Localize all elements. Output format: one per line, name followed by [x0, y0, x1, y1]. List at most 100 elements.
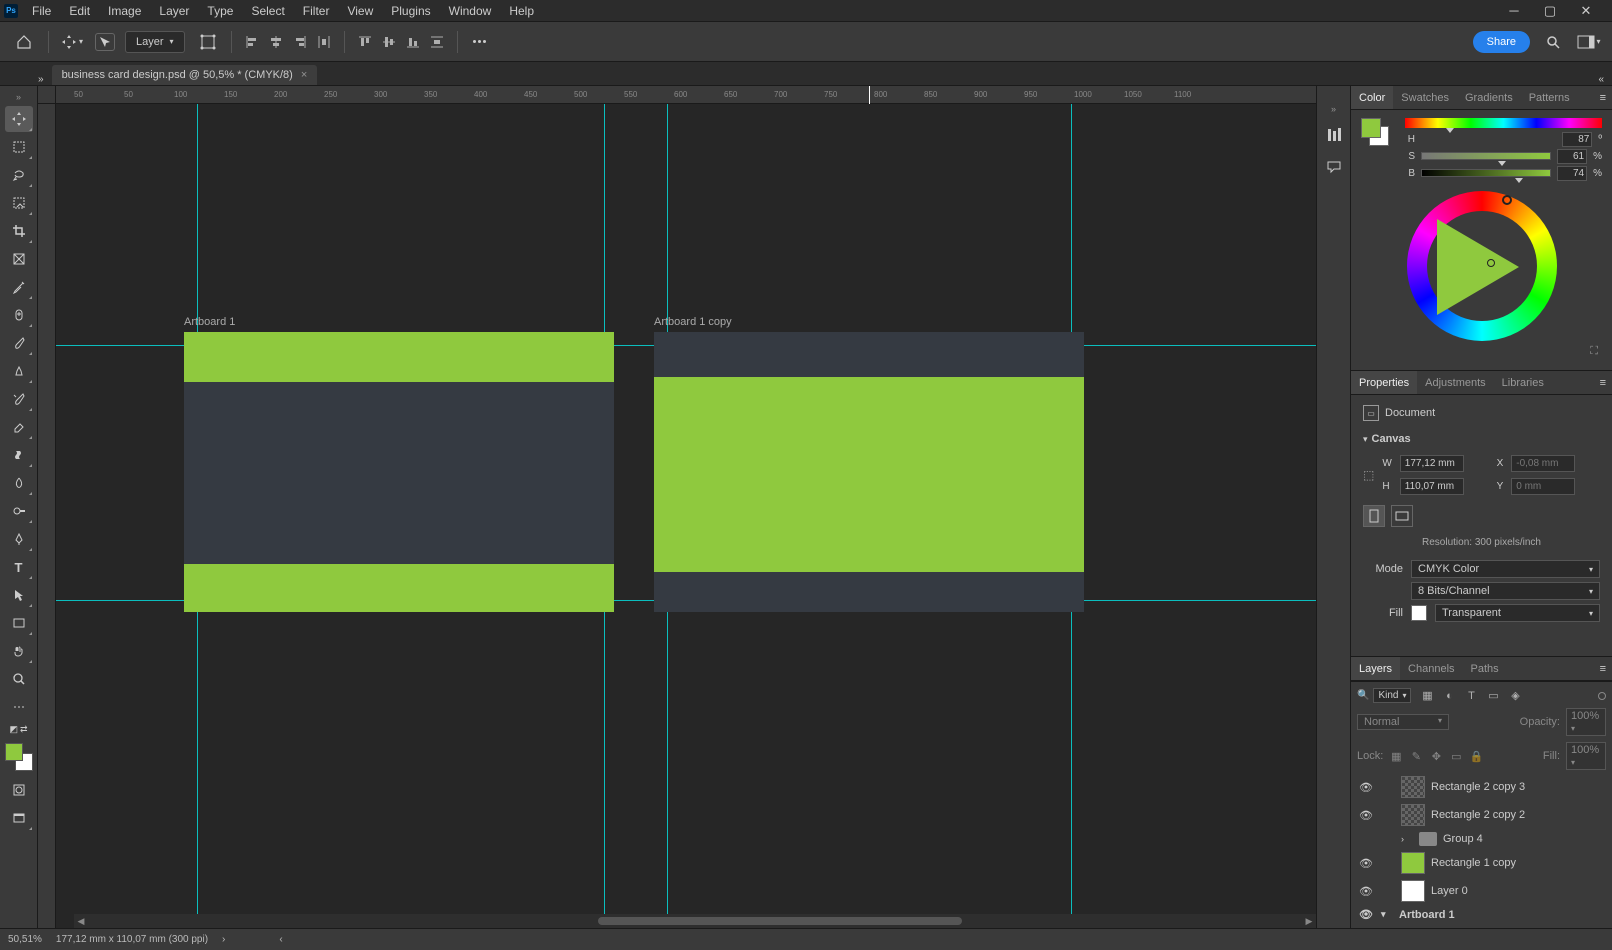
- fill-opacity-input[interactable]: 100% ▾: [1566, 742, 1606, 770]
- transform-controls-toggle[interactable]: [195, 29, 221, 55]
- layer-thumbnail[interactable]: [1401, 852, 1425, 874]
- status-prev-icon[interactable]: ‹: [279, 934, 282, 945]
- chevron-down-icon[interactable]: ▾: [1381, 909, 1393, 920]
- menu-edit[interactable]: Edit: [61, 2, 98, 20]
- close-tab-icon[interactable]: ×: [301, 69, 307, 81]
- lock-position-icon[interactable]: ✥: [1429, 749, 1443, 763]
- layer-name[interactable]: Layer 0: [1431, 885, 1606, 897]
- quick-mask-icon[interactable]: [5, 777, 33, 803]
- artboard-label[interactable]: Artboard 1 copy: [654, 316, 732, 328]
- color-swatches[interactable]: [1361, 118, 1389, 146]
- menu-select[interactable]: Select: [243, 2, 292, 20]
- lock-artboard-icon[interactable]: ▭: [1449, 749, 1463, 763]
- align-top-icon[interactable]: [355, 32, 375, 52]
- align-right-icon[interactable]: [290, 32, 310, 52]
- layer-thumbnail[interactable]: [1401, 804, 1425, 826]
- panel-menu-icon[interactable]: ≡: [1594, 663, 1612, 675]
- tab-properties[interactable]: Properties: [1351, 371, 1417, 394]
- saturation-input[interactable]: [1557, 149, 1587, 164]
- distribute-h-icon[interactable]: [314, 32, 334, 52]
- frame-tool[interactable]: [5, 246, 33, 272]
- ruler-vertical[interactable]: [38, 104, 56, 928]
- auto-select-checkbox[interactable]: [95, 33, 115, 51]
- gradient-tool[interactable]: [5, 442, 33, 468]
- eyedropper-tool[interactable]: [5, 274, 33, 300]
- panel-collapse-icon[interactable]: «: [1590, 74, 1612, 85]
- filter-kind-select[interactable]: Kind▾: [1373, 688, 1411, 703]
- panel-menu-icon[interactable]: ≡: [1594, 377, 1612, 389]
- visibility-toggle[interactable]: 👁: [1357, 781, 1375, 794]
- rectangle-shape[interactable]: [654, 377, 1084, 572]
- canvas-area[interactable]: 5050100150200250300350400450500550600650…: [38, 86, 1316, 928]
- dodge-tool[interactable]: [5, 498, 33, 524]
- hue-ring-cursor[interactable]: [1502, 195, 1512, 205]
- ruler-horizontal[interactable]: 5050100150200250300350400450500550600650…: [56, 86, 1316, 104]
- document-dimensions[interactable]: 177,12 mm x 110,07 mm (300 ppi): [56, 934, 208, 945]
- move-tool[interactable]: [5, 106, 33, 132]
- menu-plugins[interactable]: Plugins: [383, 2, 438, 20]
- move-tool-options-icon[interactable]: ▾: [59, 29, 85, 55]
- filter-adjustment-icon[interactable]: ◐: [1441, 689, 1457, 703]
- tab-gradients[interactable]: Gradients: [1457, 86, 1521, 109]
- color-mode-select[interactable]: CMYK Color▾: [1411, 560, 1600, 578]
- swap-colors-icon[interactable]: ⇄: [20, 724, 28, 735]
- document-tab[interactable]: business card design.psd @ 50,5% * (CMYK…: [52, 65, 318, 85]
- panel-expand-icon[interactable]: »: [1331, 104, 1336, 114]
- artboard-1[interactable]: Artboard 1: [184, 332, 614, 612]
- distribute-v-icon[interactable]: [427, 32, 447, 52]
- default-colors-icon[interactable]: ◩: [9, 724, 18, 735]
- path-selection-tool[interactable]: [5, 582, 33, 608]
- brush-tool[interactable]: [5, 330, 33, 356]
- tab-channels[interactable]: Channels: [1400, 657, 1462, 680]
- brightness-slider[interactable]: [1421, 169, 1551, 179]
- screen-mode-icon[interactable]: [5, 805, 33, 831]
- canvas-viewport[interactable]: Artboard 1 Artboard 1 copy ◀ ▶: [56, 104, 1316, 928]
- foreground-color-swatch[interactable]: [5, 743, 23, 761]
- layer-row[interactable]: 👁Rectangle 1 copy: [1351, 849, 1612, 877]
- y-input[interactable]: [1511, 478, 1575, 495]
- color-wheel[interactable]: [1407, 191, 1557, 341]
- history-brush-tool[interactable]: [5, 386, 33, 412]
- layer-name[interactable]: Rectangle 2 copy 2: [1431, 809, 1606, 821]
- tab-layers[interactable]: Layers: [1351, 657, 1400, 680]
- orientation-landscape-icon[interactable]: [1391, 505, 1413, 527]
- tab-adjustments[interactable]: Adjustments: [1417, 371, 1494, 394]
- orientation-portrait-icon[interactable]: [1363, 505, 1385, 527]
- lock-transparency-icon[interactable]: ▦: [1389, 749, 1403, 763]
- chevron-right-icon[interactable]: ›: [1401, 834, 1413, 844]
- opacity-input[interactable]: 100% ▾: [1566, 708, 1606, 736]
- scroll-left-icon[interactable]: ◀: [74, 916, 88, 927]
- healing-brush-tool[interactable]: [5, 302, 33, 328]
- layer-row[interactable]: 👁Layer 0: [1351, 877, 1612, 905]
- align-left-icon[interactable]: [242, 32, 262, 52]
- width-input[interactable]: [1400, 455, 1464, 472]
- search-icon[interactable]: [1540, 29, 1566, 55]
- artboard-label[interactable]: Artboard 1: [184, 316, 235, 328]
- artboard-1-copy[interactable]: Artboard 1 copy: [654, 332, 1084, 612]
- link-dimensions-icon[interactable]: ⬚: [1363, 468, 1374, 482]
- share-button[interactable]: Share: [1473, 31, 1530, 53]
- lock-pixels-icon[interactable]: ✎: [1409, 749, 1423, 763]
- layer-row[interactable]: 👁Rectangle 2 copy 3: [1351, 773, 1612, 801]
- menu-type[interactable]: Type: [199, 2, 241, 20]
- blend-mode-select[interactable]: Normal▾: [1357, 714, 1449, 730]
- more-options-icon[interactable]: [468, 40, 492, 43]
- tab-color[interactable]: Color: [1351, 86, 1393, 109]
- search-icon[interactable]: 🔍: [1357, 690, 1369, 701]
- filter-pixel-icon[interactable]: ▦: [1419, 689, 1435, 703]
- quick-selection-tool[interactable]: [5, 190, 33, 216]
- foreground-background-swatches[interactable]: [5, 743, 33, 771]
- saturation-slider[interactable]: [1421, 152, 1551, 162]
- layer-thumbnail[interactable]: [1401, 880, 1425, 902]
- blur-tool[interactable]: [5, 470, 33, 496]
- pen-tool[interactable]: [5, 526, 33, 552]
- x-input[interactable]: [1511, 455, 1575, 472]
- foreground-color-swatch[interactable]: [1361, 118, 1381, 138]
- canvas-section-header[interactable]: ▾ Canvas: [1363, 429, 1600, 449]
- bit-depth-select[interactable]: 8 Bits/Channel▾: [1411, 582, 1600, 600]
- clone-stamp-tool[interactable]: [5, 358, 33, 384]
- layer-name[interactable]: Rectangle 1 copy: [1431, 857, 1606, 869]
- scroll-right-icon[interactable]: ▶: [1302, 916, 1316, 927]
- comments-panel-icon[interactable]: [1322, 156, 1346, 178]
- layer-thumbnail[interactable]: [1401, 776, 1425, 798]
